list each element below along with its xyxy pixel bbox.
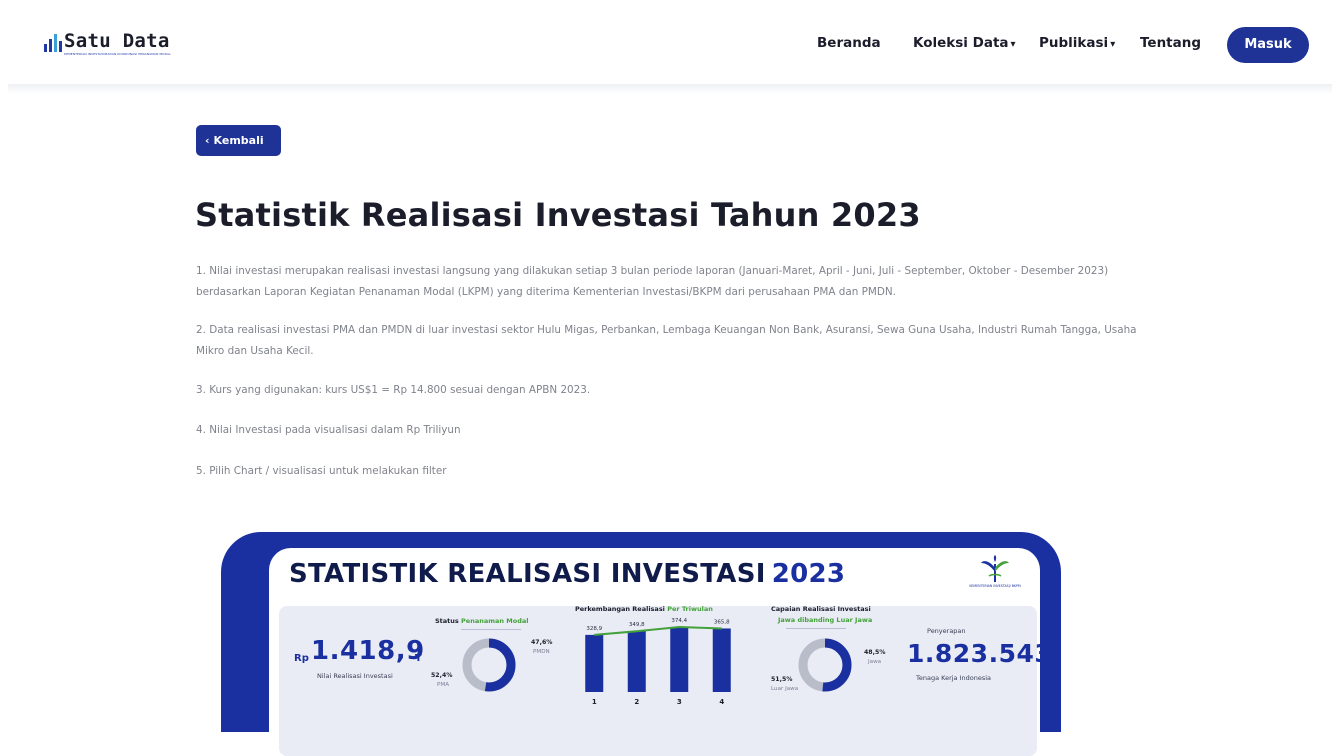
bar-triwulan-2[interactable] xyxy=(627,631,646,692)
back-button[interactable]: ‹ Kembali xyxy=(196,125,281,156)
bar-category-label: 4 xyxy=(719,698,724,706)
jawa-title-b: Jawa dibanding Luar Jawa xyxy=(778,616,873,624)
bar-category-label: 2 xyxy=(634,698,639,706)
jawa-label: Jawa xyxy=(868,659,882,665)
chevron-down-icon: ▾ xyxy=(1110,39,1116,50)
nav-beranda[interactable]: Beranda xyxy=(817,35,881,51)
kementerian-logo-text: KEMENTERIAN INVESTASI/ BKPM xyxy=(969,584,1021,588)
total-caption: Nilai Realisasi Investasi xyxy=(317,672,393,680)
brand-name: Satu Data xyxy=(64,30,170,52)
pma-label: PMA xyxy=(437,682,450,688)
tenaga-kerja-caption: Tenaga Kerja Indonesia xyxy=(916,674,992,682)
nav-tentang[interactable]: Tentang xyxy=(1140,35,1201,51)
tenaga-kerja-value[interactable]: 1.823.543 xyxy=(907,639,1052,668)
nav-tentang-label: Tentang xyxy=(1140,35,1202,51)
triwulan-title: Perkembangan Realisasi Per Triwulan xyxy=(575,605,713,613)
triwulan-title-a: Perkembangan Realisasi xyxy=(575,605,665,613)
jawa-donut-chart[interactable] xyxy=(795,635,855,695)
bar-category-label: 3 xyxy=(677,698,682,706)
infographic-inner: STATISTIK REALISASI INVESTASI 2023 KEMENT… xyxy=(269,548,1052,756)
page-title: Statistik Realisasi Investasi Tahun 2023 xyxy=(195,196,921,234)
total-value[interactable]: 1.418,9 xyxy=(311,636,425,666)
penyerapan-title: Penyerapan xyxy=(927,627,966,635)
triwulan-title-b: Per Triwulan xyxy=(667,605,713,613)
total-prefix: Rp xyxy=(294,653,309,664)
header-divider xyxy=(8,84,1332,94)
top-navbar: Satu Data KEMENTERIAN INVESTASI/BADAN KO… xyxy=(0,0,1340,88)
note-3: 3. Kurs yang digunakan: kurs US$1 = Rp 1… xyxy=(196,384,591,396)
bar-triwulan-3[interactable] xyxy=(670,626,689,692)
nav-koleksi-data-label: Koleksi Data xyxy=(913,35,1009,51)
nav-publikasi-label: Publikasi xyxy=(1039,35,1109,51)
status-title-a: Status xyxy=(435,617,459,625)
bar-value-label: 365,8 xyxy=(714,619,730,625)
note-2: 2. Data realisasi investasi PMA dan PMDN… xyxy=(196,324,1137,357)
nav-publikasi[interactable]: Publikasi ▾ xyxy=(1039,35,1115,51)
jawa-title-a: Capaian Realisasi Investasi xyxy=(771,605,871,613)
bar-value-label: 349,8 xyxy=(629,622,645,628)
infographic-title: STATISTIK REALISASI INVESTASI 2023 xyxy=(289,559,845,589)
bar-triwulan-4[interactable] xyxy=(712,628,731,692)
infographic-title-year: 2023 xyxy=(771,559,846,589)
trend-line xyxy=(594,625,722,636)
luar-jawa-label: Luar Jawa xyxy=(771,686,799,692)
triwulan-bar-chart[interactable]: 328,9 1 349,8 2 374,4 3 365,8 4 xyxy=(573,616,743,708)
nav-koleksi-data[interactable]: Koleksi Data ▾ xyxy=(913,35,1016,51)
brand-subtitle: KEMENTERIAN INVESTASI/BADAN KOORDINASI P… xyxy=(64,52,171,56)
pma-pct: 52,4% xyxy=(431,672,453,679)
status-donut-chart[interactable] xyxy=(459,635,519,695)
login-button[interactable]: Masuk xyxy=(1227,27,1309,63)
bar-category-label: 1 xyxy=(592,698,597,706)
kementerian-emblem-icon xyxy=(981,555,1009,582)
pmdn-label: PMDN xyxy=(533,649,550,655)
bar-value-label: 328,9 xyxy=(586,626,602,632)
bar-triwulan-1[interactable] xyxy=(585,634,604,692)
infographic-card[interactable]: STATISTIK REALISASI INVESTASI 2023 KEMENT… xyxy=(221,532,1061,756)
chevron-left-icon: ‹ xyxy=(205,134,210,147)
status-title: Status Penanaman Modal xyxy=(435,617,529,625)
infographic-title-main: STATISTIK REALISASI INVESTASI xyxy=(289,559,766,589)
bar-value-label: 374,4 xyxy=(671,618,687,624)
total-suffix: T xyxy=(415,653,422,664)
note-5: 5. Pilih Chart / visualisasi untuk melak… xyxy=(196,465,447,477)
jawa-underline xyxy=(786,628,846,629)
logo-bars-icon xyxy=(44,34,62,52)
nav-beranda-label: Beranda xyxy=(817,35,881,51)
jawa-pct: 48,5% xyxy=(864,649,886,656)
jawa-title-b-wrap: Jawa dibanding Luar Jawa xyxy=(778,616,872,624)
pmdn-pct: 47,6% xyxy=(531,639,553,646)
kementerian-logo: KEMENTERIAN INVESTASI/ BKPM xyxy=(963,554,1027,598)
status-title-b: Penanaman Modal xyxy=(461,617,529,625)
note-4: 4. Nilai Investasi pada visualisasi dala… xyxy=(196,424,461,436)
status-underline xyxy=(461,629,521,630)
back-button-label: Kembali xyxy=(213,134,264,147)
chevron-down-icon: ▾ xyxy=(1010,39,1016,50)
infographic-stats-panel: Rp 1.418,9 T Nilai Realisasi Investasi S… xyxy=(279,605,1052,756)
note-1: 1. Nilai investasi merupakan realisasi i… xyxy=(196,265,1109,298)
luar-jawa-pct: 51,5% xyxy=(771,676,793,683)
